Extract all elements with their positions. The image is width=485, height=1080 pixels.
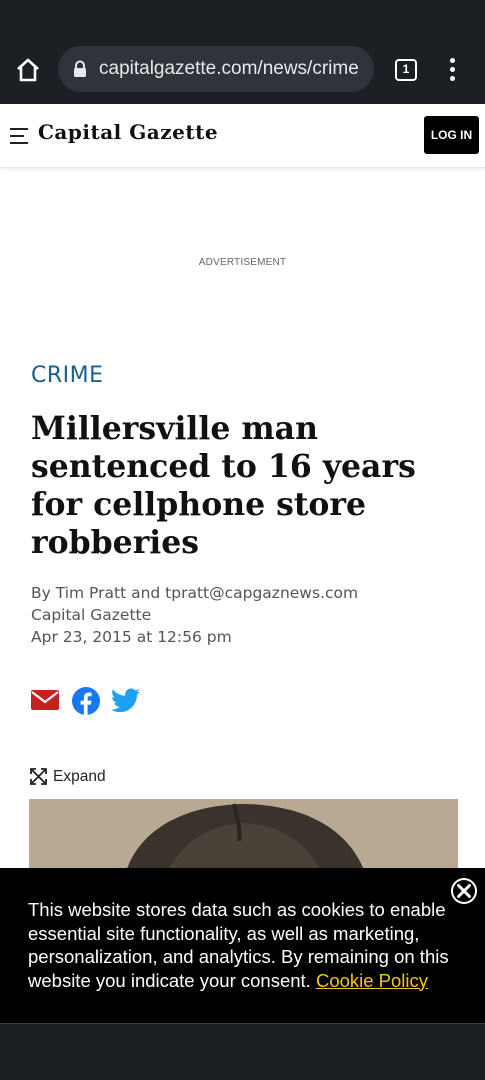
expand-label: Expand: [53, 768, 106, 785]
advertisement-label: ADVERTISEMENT: [198, 257, 287, 268]
cookie-policy-link[interactable]: Cookie Policy: [316, 970, 428, 991]
address-bar[interactable]: capitalgazette.com/news/crime: [58, 46, 374, 92]
login-button[interactable]: LOG IN: [424, 116, 479, 154]
email-icon[interactable]: [31, 688, 59, 712]
browser-toolbar: capitalgazette.com/news/crime 1: [0, 36, 485, 104]
lock-icon: [72, 60, 88, 78]
article-headline: Millersville man sentenced to 16 years f…: [31, 410, 416, 561]
expand-icon: [30, 768, 47, 785]
site-logo[interactable]: Capital Gazette: [38, 120, 218, 144]
section-label[interactable]: CRIME: [31, 363, 104, 388]
system-navigation-bar: [0, 1023, 485, 1080]
tab-switcher-button[interactable]: 1: [395, 59, 417, 81]
home-icon[interactable]: [14, 56, 42, 84]
more-vert-icon[interactable]: [443, 58, 463, 82]
facebook-icon[interactable]: [72, 687, 100, 715]
cookie-consent-banner: This website stores data such as cookies…: [0, 868, 485, 1023]
article-source: Capital Gazette: [31, 606, 152, 624]
article-date: Apr 23, 2015 at 12:56 pm: [31, 628, 232, 646]
article-photo[interactable]: [29, 799, 458, 879]
status-bar: [0, 0, 485, 36]
twitter-icon[interactable]: [111, 688, 140, 713]
hamburger-menu-icon[interactable]: [10, 128, 32, 144]
article-byline: By Tim Pratt and tpratt@capgaznews.com: [31, 584, 359, 602]
cookie-message: This website stores data such as cookies…: [28, 898, 468, 992]
url-text: capitalgazette.com/news/crime: [99, 58, 359, 79]
site-header: Capital Gazette LOG IN: [0, 104, 485, 168]
